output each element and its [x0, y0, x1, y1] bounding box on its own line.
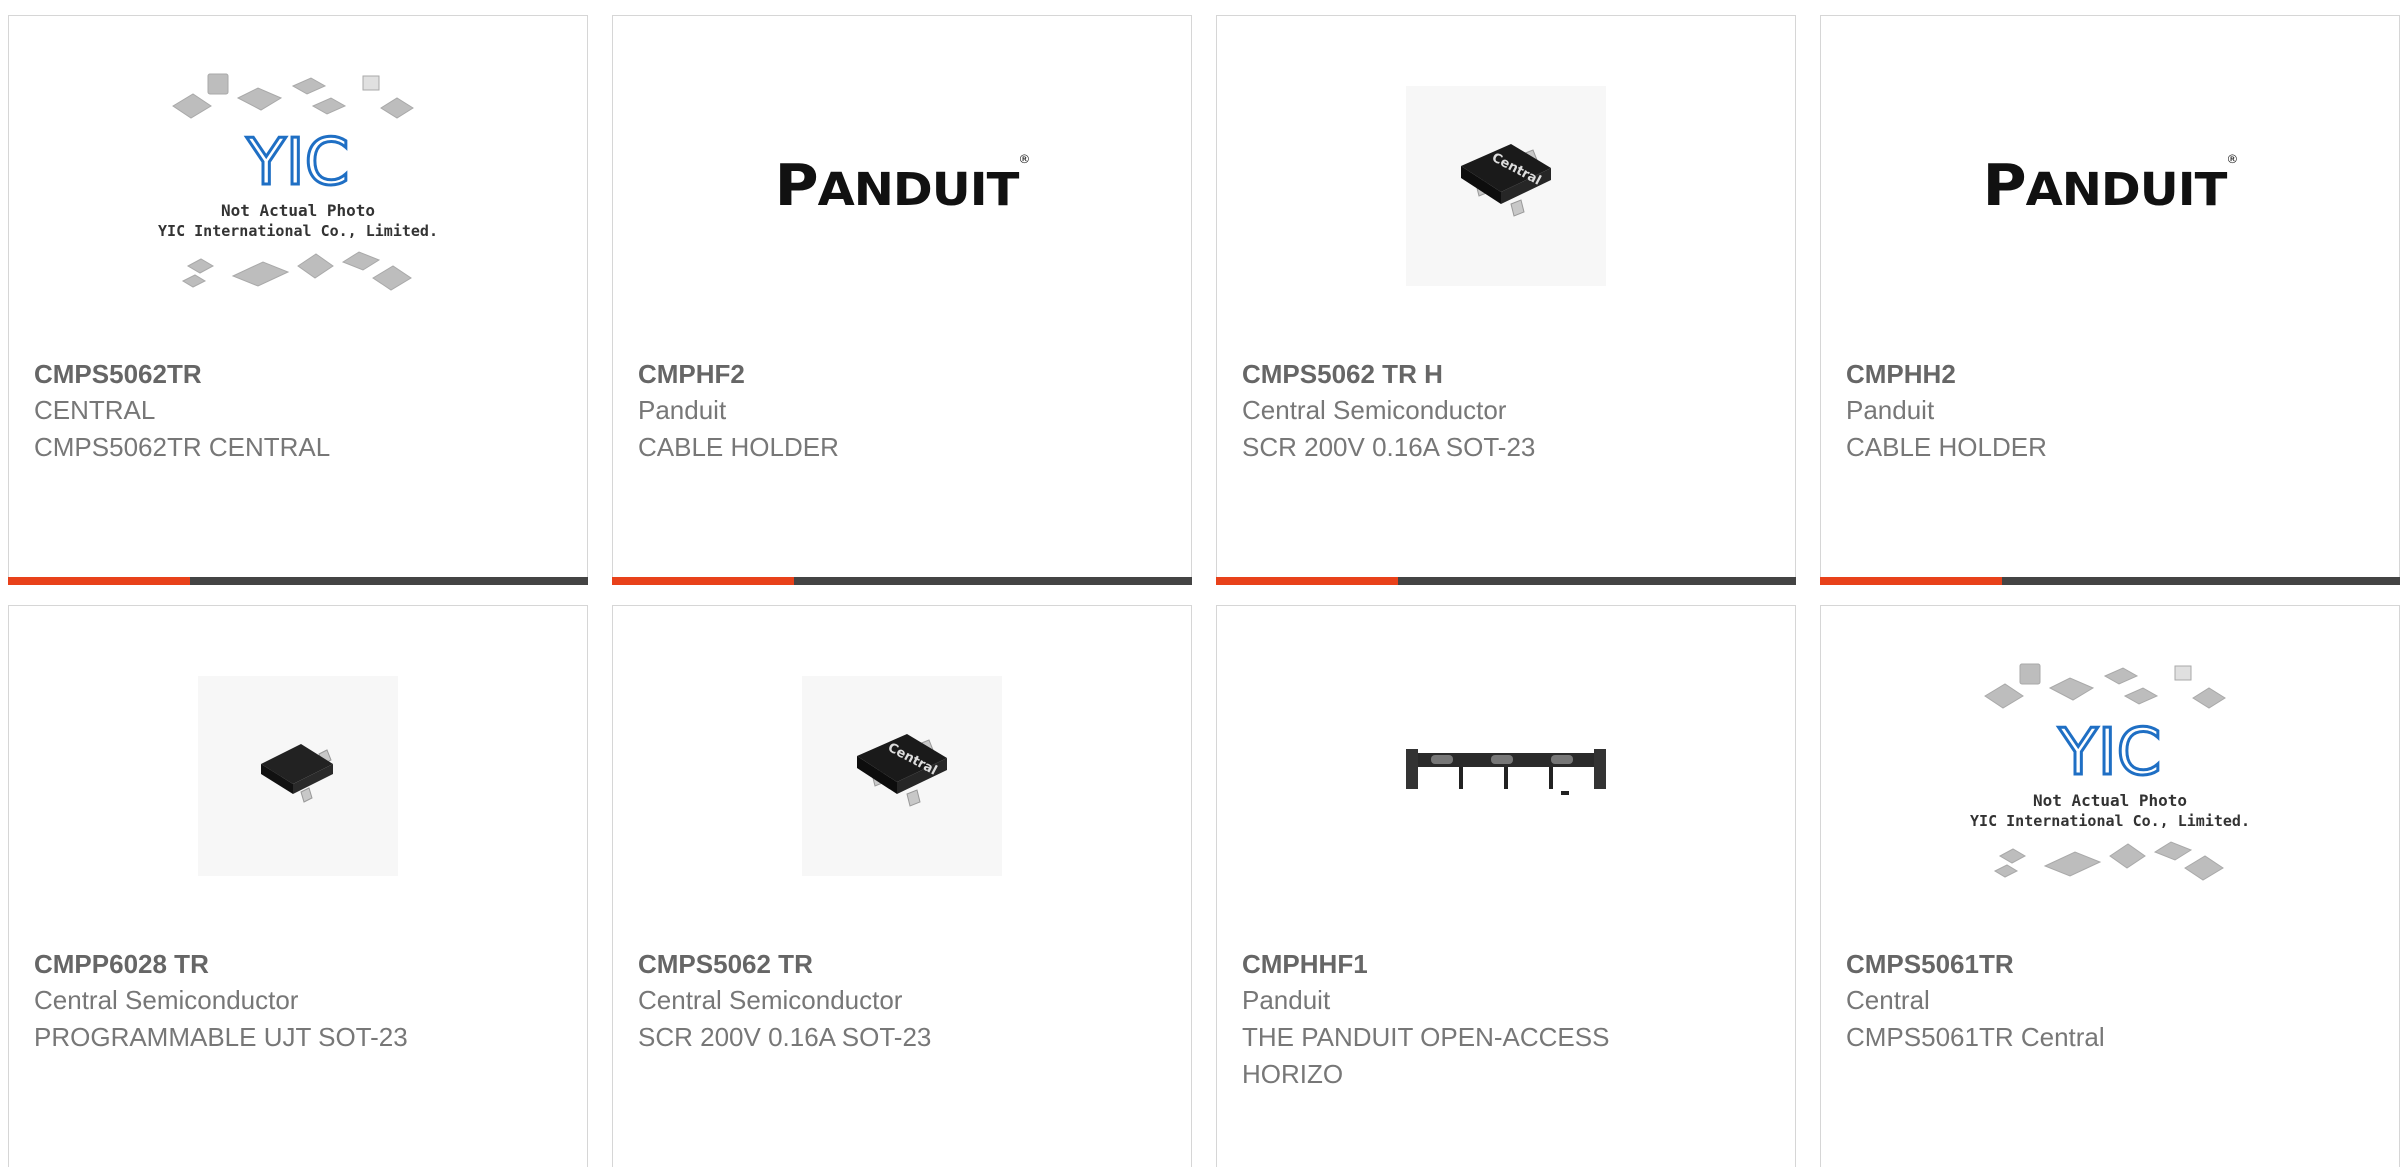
yic-logo: YIC [246, 126, 350, 200]
description: CMPS5061TR Central [1846, 1022, 2105, 1052]
product-image[interactable]: YIC Not Actual Photo YIC International Co.… [9, 16, 587, 356]
product-card[interactable]: CMPP6028 TR Central Semiconductor PROGRA… [8, 605, 588, 1167]
product-image[interactable]: PANDUIT® [613, 16, 1191, 356]
manufacturer: Panduit [1846, 395, 1935, 425]
manufacturer: Central Semiconductor [34, 985, 299, 1015]
product-info: CMPS5062 TR Central Semiconductor SCR 20… [638, 946, 1171, 1056]
description: THE PANDUIT OPEN-ACCESS HORIZO [1242, 1022, 1610, 1089]
manufacturer: CENTRAL [34, 395, 156, 425]
product-info: CMPP6028 TR Central Semiconductor PROGRA… [34, 946, 567, 1056]
card-footer-bar [1820, 577, 2400, 585]
product-image[interactable]: YIC Not Actual Photo YIC International Co.… [1821, 606, 2399, 946]
card-footer-bar [1216, 577, 1796, 585]
card-footer-bar [8, 577, 588, 585]
part-number-link[interactable]: CMPHF2 [638, 356, 1171, 392]
product-card[interactable]: YIC Not Actual Photo YIC International Co.… [1820, 605, 2400, 1167]
logo-text: ANDUIT [2025, 163, 2228, 217]
yic-logo: YIC [2058, 716, 2162, 790]
logo-initial: P [774, 152, 819, 220]
sot23-chip-photo: Central [802, 676, 1002, 876]
not-actual-photo-placeholder: YICNot Actual Photo YIC International Co.… [1970, 663, 2250, 881]
product-image[interactable] [9, 606, 587, 946]
product-card[interactable]: PANDUIT® CMPHF2 Panduit CABLE HOLDER [612, 15, 1192, 585]
sot23-chip-photo: Central [1406, 86, 1606, 286]
product-image[interactable]: PANDUIT® [1821, 16, 2399, 356]
description: SCR 200V 0.16A SOT-23 [638, 1022, 932, 1052]
logo-text: ANDUIT [817, 163, 1020, 217]
registered-mark: ® [2226, 152, 2238, 167]
description: SCR 200V 0.16A SOT-23 [1242, 432, 1536, 462]
product-info: CMPHH2 Panduit CABLE HOLDER [1846, 356, 2379, 466]
product-image[interactable]: Central [1217, 16, 1795, 356]
product-card[interactable]: Central CMPS5062 TR Central Semiconducto… [612, 605, 1192, 1167]
placeholder-company: YIC International Co., Limited. [1970, 812, 2250, 830]
description: CMPS5062TR CENTRAL [34, 432, 331, 462]
manufacturer: Panduit [638, 395, 727, 425]
part-number-link[interactable]: CMPS5062 TR [638, 946, 1171, 982]
manufacturer: Panduit [1242, 985, 1331, 1015]
manufacturer: Central [1846, 985, 1930, 1015]
panduit-logo: PANDUIT® [774, 152, 1031, 220]
card-accent-bar [1820, 577, 2002, 585]
product-card[interactable]: Central CMPS5062 TR H Central Semiconduc… [1216, 15, 1796, 585]
product-info: CMPHF2 Panduit CABLE HOLDER [638, 356, 1171, 466]
product-card[interactable]: PANDUIT® CMPHH2 Panduit CABLE HOLDER [1820, 15, 2400, 585]
description: CABLE HOLDER [638, 432, 839, 462]
description: CABLE HOLDER [1846, 432, 2047, 462]
card-accent-bar [612, 577, 794, 585]
product-card[interactable]: YIC Not Actual Photo YIC International Co.… [8, 15, 588, 585]
sot23-chip-icon [261, 744, 333, 803]
product-image[interactable] [1217, 606, 1795, 946]
registered-mark: ® [1018, 152, 1030, 167]
sot23-chip-photo [198, 676, 398, 876]
product-info: CMPS5061TR Central CMPS5061TR Central [1846, 946, 2379, 1056]
logo-initial: P [1982, 152, 2027, 220]
sot23-chip-icon: Central [857, 734, 947, 807]
card-footer-bar [612, 577, 1192, 585]
product-info: CMPS5062 TR H Central Semiconductor SCR … [1242, 356, 1775, 466]
card-accent-bar [8, 577, 190, 585]
product-info: CMPHHF1 Panduit THE PANDUIT OPEN-ACCESS … [1242, 946, 1775, 1093]
manufacturer: Central Semiconductor [638, 985, 903, 1015]
product-image[interactable]: Central [613, 606, 1191, 946]
manufacturer: Central Semiconductor [1242, 395, 1507, 425]
part-number-link[interactable]: CMPHHF1 [1242, 946, 1775, 982]
card-accent-bar [1216, 577, 1398, 585]
panduit-logo: PANDUIT® [1982, 152, 2239, 220]
product-card[interactable]: CMPHHF1 Panduit THE PANDUIT OPEN-ACCESS … [1216, 605, 1796, 1167]
part-number-link[interactable]: CMPS5062 TR H [1242, 356, 1775, 392]
product-info: CMPS5062TR CENTRAL CMPS5062TR CENTRAL [34, 356, 567, 466]
description: PROGRAMMABLE UJT SOT-23 [34, 1022, 408, 1052]
placeholder-company: YIC International Co., Limited. [158, 222, 438, 240]
part-number-link[interactable]: CMPS5061TR [1846, 946, 2379, 982]
part-number-link[interactable]: CMPP6028 TR [34, 946, 567, 982]
sot23-chip-icon: Central [1461, 144, 1551, 217]
part-number-link[interactable]: CMPS5062TR [34, 356, 567, 392]
part-number-link[interactable]: CMPHH2 [1846, 356, 2379, 392]
not-actual-photo-placeholder: YICNot Actual Photo YIC International Co.… [158, 73, 438, 291]
placeholder-caption: Not Actual Photo [221, 201, 375, 220]
product-grid: YIC Not Actual Photo YIC International Co.… [0, 0, 2400, 1167]
placeholder-caption: Not Actual Photo [2033, 791, 2187, 810]
cable-manager-photo [1406, 749, 1606, 795]
